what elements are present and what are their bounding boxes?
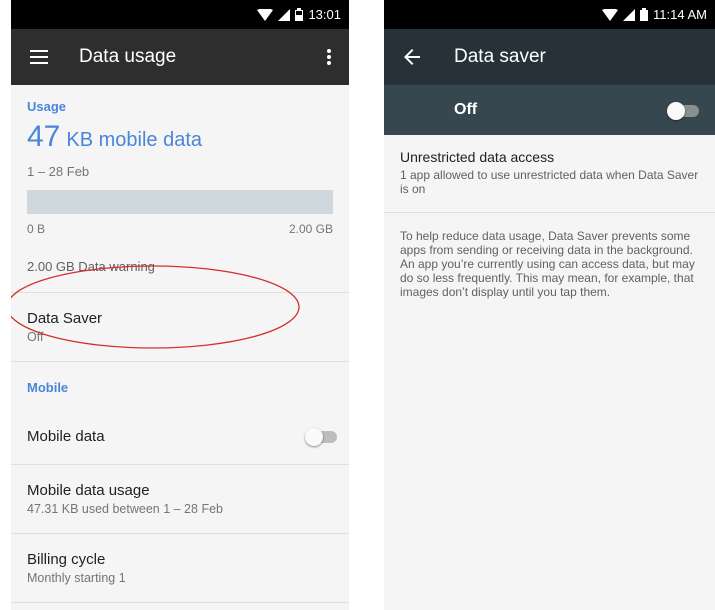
bar-max-label: 2.00 GB [288,222,333,236]
usage-date-range: 1 – 28 Feb [27,164,90,179]
usage-bar-labels: 0 B 2.00 GB [27,222,333,236]
usage-section-label: Usage [27,99,67,114]
signal-icon [278,8,291,21]
toggle-thumb [667,102,685,120]
data-saver-description: To help reduce data usage, Data Saver pr… [400,229,695,299]
mobile-data-usage-title: Mobile data usage [27,482,150,499]
bar-min-label: 0 B [27,222,46,236]
back-arrow-icon[interactable] [384,29,440,85]
mobile-data-toggle[interactable] [305,428,337,446]
data-saver-switch-bar[interactable]: Off [384,85,715,135]
unrestricted-data-title: Unrestricted data access [400,149,555,165]
page-title: Data usage [79,46,177,67]
wifi-icon [602,8,619,21]
status-bar: 13:01 [11,0,349,29]
status-bar: 11:14 AM [384,0,715,29]
wifi-icon [257,8,274,21]
mobile-data-usage-item[interactable]: Mobile data usage 47.31 KB used between … [11,465,349,533]
mobile-data-row[interactable]: Mobile data [11,408,349,464]
left-phone-screen: 13:01 Data usage Usage 47 KB mobile data… [11,0,349,610]
status-time: 11:14 AM [653,7,707,22]
unrestricted-data-access-item[interactable]: Unrestricted data access 1 app allowed t… [384,135,715,212]
data-saver-status: Off [27,330,44,344]
unrestricted-data-subtitle: 1 app allowed to use unrestricted data w… [400,168,699,196]
data-warning: 2.00 GB Data warning [27,259,155,274]
mobile-data-label: Mobile data [27,427,105,445]
menu-icon[interactable] [11,29,67,85]
app-bar: Data saver [384,29,715,85]
more-vert-icon[interactable] [309,29,349,85]
signal-icon [623,8,636,21]
divider [11,602,349,603]
data-saver-toggle[interactable] [667,102,699,120]
page-title: Data saver [454,46,546,67]
billing-cycle-title: Billing cycle [27,551,106,568]
billing-cycle-subtitle: Monthly starting 1 [27,571,126,585]
data-saver-item[interactable]: Data Saver Off [11,293,349,361]
usage-summary: Usage 47 KB mobile data 1 – 28 Feb 0 B 2… [11,85,349,292]
status-time: 13:01 [308,7,341,22]
battery-icon [640,8,649,21]
usage-amount: 47 KB mobile data [27,120,333,154]
usage-progress-bar [27,190,333,214]
mobile-section-label: Mobile [27,380,69,395]
right-phone-screen: 11:14 AM Data saver Off Unrestricted dat… [384,0,715,610]
usage-amount-number: 47 [27,120,61,153]
toggle-thumb [305,428,323,446]
battery-icon [295,8,304,21]
app-bar: Data usage [11,29,349,85]
mobile-data-usage-subtitle: 47.31 KB used between 1 – 28 Feb [27,502,223,516]
usage-amount-unit: KB mobile data [66,129,203,151]
data-saver-switch-label: Off [454,101,478,118]
data-saver-title: Data Saver [27,310,103,327]
mobile-section-header: Mobile [11,362,349,408]
billing-cycle-item[interactable]: Billing cycle Monthly starting 1 [11,534,349,602]
